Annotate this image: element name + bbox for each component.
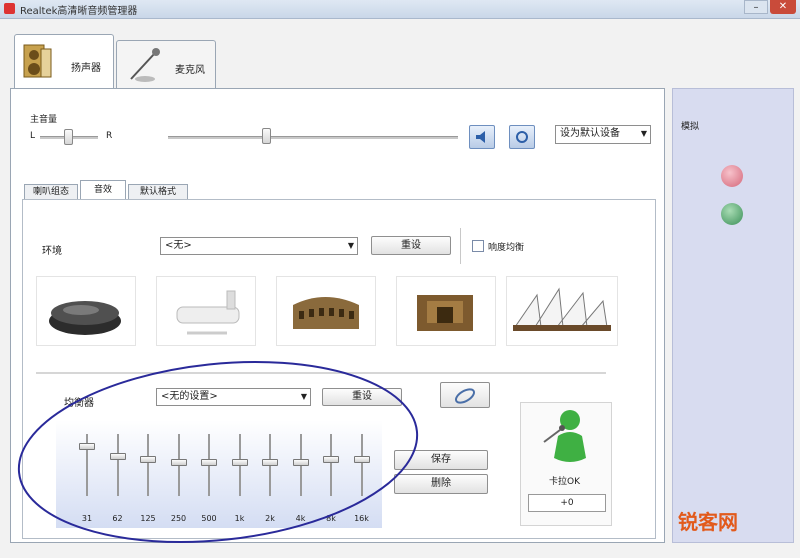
balance-slider[interactable] xyxy=(64,129,73,145)
colosseum-icon xyxy=(293,297,359,329)
speaker-icon xyxy=(476,131,485,143)
loudness-checkbox[interactable] xyxy=(472,240,484,252)
link-icon xyxy=(454,388,476,404)
tab-microphone-label: 麦克风 xyxy=(175,65,205,76)
karaoke-icon xyxy=(543,410,586,462)
volume-track xyxy=(168,136,458,139)
title-bar: Realtek高清晰音频管理器 – ✕ xyxy=(0,0,800,19)
balance-left-label: L xyxy=(30,131,36,141)
opera-house-icon xyxy=(513,287,611,331)
default-device-dropdown[interactable]: 设为默认设备 ▼ xyxy=(555,125,651,144)
environment-option-colosseum[interactable] xyxy=(276,276,376,346)
environment-dropdown[interactable]: <无> ▼ xyxy=(160,237,358,255)
tab-default-format[interactable]: 默认格式 xyxy=(128,184,188,200)
close-button[interactable]: ✕ xyxy=(770,0,796,14)
environment-value: <无> xyxy=(165,240,192,251)
loudness-label: 响度均衡 xyxy=(488,243,525,253)
divider xyxy=(460,228,461,264)
watermark: 锐客网 xyxy=(678,510,738,534)
tab-sound-effects[interactable]: 音效 xyxy=(80,180,126,200)
annotation-circle xyxy=(17,361,419,543)
bathtub-icon xyxy=(176,290,240,335)
minimize-button[interactable]: – xyxy=(744,0,768,14)
chevron-down-icon: ▼ xyxy=(347,241,354,250)
ruins-icon xyxy=(417,295,473,331)
mute-button[interactable] xyxy=(469,125,495,149)
speaker-box-icon xyxy=(23,44,52,78)
window-title: Realtek高清晰音频管理器 xyxy=(20,6,138,17)
stone-icon xyxy=(49,301,121,335)
environment-option-stone[interactable] xyxy=(36,276,136,346)
tab-sound-effects-label: 音效 xyxy=(93,185,112,195)
environment-option-ruins[interactable] xyxy=(396,276,496,346)
tab-speakers[interactable]: 扬声器 xyxy=(14,34,114,89)
app-icon xyxy=(4,3,15,14)
environment-reset-button[interactable]: 重设 xyxy=(371,236,451,255)
tab-speaker-config-label: 喇叭组态 xyxy=(32,187,69,197)
tab-speakers-label: 扬声器 xyxy=(71,63,101,74)
recording-button[interactable] xyxy=(509,125,535,149)
jack-pink-icon[interactable] xyxy=(721,165,743,187)
link-icon xyxy=(516,131,528,143)
master-volume-label: 主音量 xyxy=(30,115,58,125)
environment-option-opera-house[interactable] xyxy=(506,276,618,346)
default-device-label: 设为默认设备 xyxy=(560,128,620,139)
environment-label: 环境 xyxy=(42,246,62,257)
analog-panel-title: 模拟 xyxy=(681,122,700,132)
equalizer-link-button[interactable] xyxy=(440,382,490,408)
microphone-icon xyxy=(130,48,160,82)
tab-microphone[interactable]: 麦克风 xyxy=(116,40,216,88)
chevron-down-icon: ▼ xyxy=(640,129,647,138)
analog-panel: 模拟 xyxy=(672,88,794,543)
tab-default-format-label: 默认格式 xyxy=(139,187,176,197)
balance-right-label: R xyxy=(106,131,113,141)
karaoke-value: +0 xyxy=(560,498,574,508)
volume-slider[interactable] xyxy=(262,128,271,144)
environment-option-bathroom[interactable] xyxy=(156,276,256,346)
jack-green-icon[interactable] xyxy=(721,203,743,225)
karaoke-label: 卡拉OK xyxy=(549,477,580,487)
tab-speaker-config[interactable]: 喇叭组态 xyxy=(24,184,78,200)
karaoke-value-field[interactable]: +0 xyxy=(528,494,606,512)
